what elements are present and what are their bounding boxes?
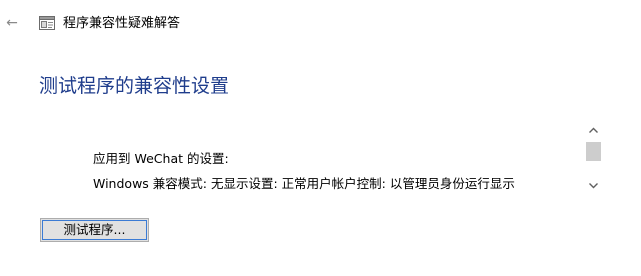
test-program-button[interactable]: 测试程序...	[40, 218, 149, 242]
settings-scrollbar[interactable]	[585, 122, 602, 194]
page-heading: 测试程序的兼容性设置	[39, 75, 230, 97]
chevron-down-icon[interactable]	[585, 177, 602, 194]
settings-applied-label: 应用到 WeChat 的设置:	[93, 151, 229, 166]
settings-summary-panel: 应用到 WeChat 的设置: Windows 兼容模式: 无显示设置: 正常用…	[81, 122, 604, 194]
troubleshooter-icon	[39, 16, 55, 30]
settings-detail-text: Windows 兼容模式: 无显示设置: 正常用户帐户控制: 以管理员身份运行显…	[93, 176, 515, 191]
chevron-up-icon[interactable]	[585, 122, 602, 139]
scrollbar-thumb[interactable]	[586, 142, 601, 161]
window-title: 程序兼容性疑难解答	[63, 16, 181, 31]
back-arrow-icon[interactable]: ←	[4, 15, 20, 31]
